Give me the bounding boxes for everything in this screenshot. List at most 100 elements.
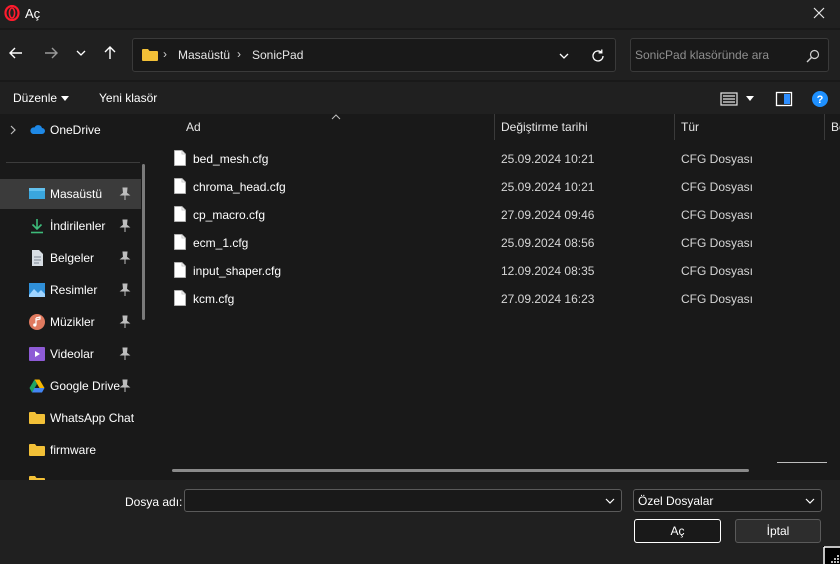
- table-row[interactable]: cp_macro.cfg 27.09.2024 09:46 CFG Dosyas…: [168, 200, 828, 228]
- sidebar-item-firmware[interactable]: firmware: [0, 435, 141, 465]
- folder-icon: [29, 412, 45, 424]
- recent-locations-button[interactable]: [70, 42, 92, 64]
- file-icon: [174, 234, 186, 250]
- arrow-right-icon: [45, 47, 58, 59]
- breadcrumb-sonicpad[interactable]: SonicPad: [252, 48, 303, 62]
- file-icon: [174, 150, 186, 166]
- up-button[interactable]: [99, 42, 121, 64]
- file-name: cp_macro.cfg: [193, 208, 266, 222]
- music-icon: [29, 314, 45, 330]
- breadcrumb-separator-icon: ›: [163, 47, 167, 61]
- file-name: kcm.cfg: [193, 292, 235, 306]
- opera-icon: [4, 5, 20, 21]
- pin-icon[interactable]: [119, 347, 131, 361]
- sidebar-divider: [6, 162, 140, 163]
- search-box[interactable]: [630, 38, 829, 72]
- pin-icon[interactable]: [119, 219, 131, 233]
- column-divider[interactable]: [824, 114, 825, 140]
- chevron-down-icon[interactable]: [604, 495, 616, 507]
- table-row[interactable]: input_shaper.cfg 12.09.2024 08:35 CFG Do…: [168, 256, 828, 284]
- breadcrumb-masaustu[interactable]: Masaüstü: [178, 48, 230, 62]
- file-date: 12.09.2024 08:35: [501, 264, 595, 278]
- column-divider[interactable]: [674, 114, 675, 140]
- caret-down-icon[interactable]: [746, 96, 754, 101]
- chevron-down-icon[interactable]: [804, 495, 816, 507]
- filename-label: Dosya adı:: [125, 495, 183, 509]
- column-divider[interactable]: [494, 114, 495, 140]
- chevron-down-icon: [76, 50, 86, 56]
- sidebar-item-videolar[interactable]: Videolar: [0, 339, 141, 369]
- scroll-edge: [777, 462, 827, 463]
- new-folder-button[interactable]: Yeni klasör: [99, 91, 157, 105]
- sidebar-scrollbar[interactable]: [142, 164, 145, 320]
- file-type: CFG Dosyası: [681, 292, 754, 306]
- svg-text:?: ?: [817, 94, 824, 106]
- preview-pane-icon[interactable]: [775, 90, 793, 108]
- open-button[interactable]: Aç: [634, 519, 721, 543]
- sidebar-item-label: İndirilenler: [50, 219, 106, 233]
- table-row[interactable]: bed_mesh.cfg 25.09.2024 10:21 CFG Dosyas…: [168, 144, 828, 172]
- arrow-left-icon: [9, 47, 22, 59]
- sidebar-item-google-drive[interactable]: Google Drive: [0, 371, 141, 401]
- sidebar-item-belgeler[interactable]: Belgeler: [0, 243, 141, 273]
- sidebar-item-indirilenler[interactable]: İndirilenler: [0, 211, 141, 241]
- sidebar-item-partial[interactable]: [0, 467, 141, 480]
- chevron-down-icon[interactable]: [557, 49, 571, 63]
- filename-input[interactable]: [189, 493, 589, 509]
- pin-icon[interactable]: [119, 251, 131, 265]
- sort-ascending-icon: [331, 114, 341, 120]
- sidebar-item-label: firmware: [50, 443, 97, 457]
- forward-button[interactable]: [40, 42, 62, 64]
- resize-grip-icon[interactable]: [822, 545, 840, 564]
- sidebar-item-muzikler[interactable]: Müzikler: [0, 307, 141, 337]
- column-header-type[interactable]: Tür: [681, 120, 699, 134]
- file-name: bed_mesh.cfg: [193, 152, 269, 166]
- folder-icon: [142, 49, 158, 61]
- refresh-icon[interactable]: [589, 47, 607, 65]
- file-icon: [174, 290, 186, 306]
- chevron-right-icon[interactable]: [9, 125, 17, 135]
- file-type: CFG Dosyası: [681, 152, 754, 166]
- table-row[interactable]: kcm.cfg 27.09.2024 16:23 CFG Dosyası: [168, 284, 828, 312]
- pin-icon[interactable]: [119, 283, 131, 297]
- pictures-icon: [29, 283, 45, 297]
- cancel-button[interactable]: İptal: [735, 519, 821, 543]
- column-header-date[interactable]: Değiştirme tarihi: [501, 120, 588, 134]
- pin-icon[interactable]: [119, 315, 131, 329]
- sidebar-item-label: OneDrive: [50, 123, 101, 137]
- column-header-name[interactable]: Ad: [186, 120, 201, 134]
- arrow-up-icon: [104, 46, 116, 59]
- address-bar[interactable]: › Masaüstü › SonicPad: [132, 38, 616, 72]
- breadcrumb-separator-icon: ›: [237, 47, 241, 61]
- view-list-icon[interactable]: [720, 90, 738, 108]
- filename-combobox[interactable]: [184, 489, 622, 512]
- command-bar: Düzenle Yeni klasör ?: [0, 82, 840, 114]
- sidebar-item-label: Müzikler: [50, 315, 95, 329]
- table-row[interactable]: chroma_head.cfg 25.09.2024 10:21 CFG Dos…: [168, 172, 828, 200]
- file-name: input_shaper.cfg: [193, 264, 282, 278]
- filetype-select[interactable]: Özel Dosyalar: [633, 489, 822, 512]
- file-type: CFG Dosyası: [681, 236, 754, 250]
- desktop-icon: [29, 188, 45, 199]
- file-list: Ad Değiştirme tarihi Tür Bo bed_mesh.cfg…: [156, 114, 840, 480]
- organize-button[interactable]: Düzenle: [13, 91, 57, 105]
- sidebar-item-masaustu[interactable]: Masaüstü: [0, 179, 141, 209]
- pin-icon[interactable]: [119, 187, 131, 201]
- close-button[interactable]: [810, 4, 828, 22]
- sidebar-item-onedrive[interactable]: OneDrive: [0, 115, 141, 145]
- sidebar-item-whatsapp-chat[interactable]: WhatsApp Chat: [0, 403, 141, 433]
- documents-icon: [32, 250, 43, 266]
- sidebar-item-resimler[interactable]: Resimler: [0, 275, 141, 305]
- column-header-size[interactable]: Bo: [831, 120, 840, 134]
- pin-icon[interactable]: [119, 379, 131, 393]
- help-icon[interactable]: ?: [811, 90, 829, 108]
- cloud-icon: [30, 125, 45, 134]
- file-name: ecm_1.cfg: [193, 236, 249, 250]
- horizontal-scrollbar[interactable]: [172, 469, 749, 472]
- search-icon[interactable]: [805, 48, 821, 64]
- caret-down-icon[interactable]: [61, 96, 69, 101]
- back-button[interactable]: [5, 42, 27, 64]
- dialog-footer: Dosya adı: Özel Dosyalar Aç İptal: [0, 480, 840, 564]
- table-row[interactable]: ecm_1.cfg 25.09.2024 08:56 CFG Dosyası: [168, 228, 828, 256]
- search-input[interactable]: [635, 47, 795, 63]
